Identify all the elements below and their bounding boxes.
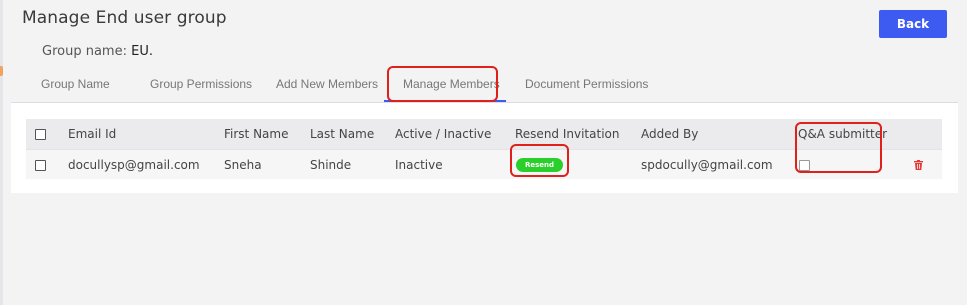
table-header: Email Id First Name Last Name Active / I… [26, 119, 942, 149]
back-button[interactable]: Back [879, 10, 947, 38]
tab-add-new-members[interactable]: Add New Members [276, 77, 378, 91]
cell-added-by: spdocully@gmail.com [641, 158, 773, 172]
row-select-checkbox[interactable] [35, 159, 46, 171]
header-status[interactable]: Active / Inactive [395, 119, 491, 149]
left-edge-strip [0, 0, 3, 305]
qa-submitter-checkbox[interactable] [799, 159, 810, 171]
select-all-checkbox[interactable] [35, 128, 46, 140]
cell-last-name: Shinde [310, 158, 352, 172]
header-resend[interactable]: Resend Invitation [515, 119, 619, 149]
tab-document-permissions[interactable]: Document Permissions [525, 77, 648, 91]
group-name-label: Group name: [42, 44, 127, 59]
row-select-cell [35, 150, 46, 180]
resend-button[interactable]: Resend [516, 158, 564, 172]
tab-manage-members[interactable]: Manage Members [403, 77, 500, 91]
page-title: Manage End user group [22, 8, 227, 28]
cell-qa-submitter [799, 150, 810, 180]
select-all-cell [35, 119, 46, 149]
tab-bar: Group Name Group Permissions Add New Mem… [11, 66, 958, 102]
cell-resend: Resend [516, 150, 564, 180]
header-email[interactable]: Email Id [68, 119, 116, 149]
group-name-value: EU. [131, 44, 153, 59]
trash-icon[interactable] [914, 160, 923, 170]
tab-group-name[interactable]: Group Name [41, 77, 110, 91]
header-added-by[interactable]: Added By [641, 119, 698, 149]
cell-delete [914, 150, 923, 180]
tab-group-permissions[interactable]: Group Permissions [150, 77, 252, 91]
header-first-name[interactable]: First Name [224, 119, 288, 149]
members-table: Email Id First Name Last Name Active / I… [26, 119, 942, 179]
cell-status: Inactive [395, 158, 443, 172]
header-qa-submitter[interactable]: Q&A submitter [798, 119, 887, 149]
header-last-name[interactable]: Last Name [310, 119, 374, 149]
table-row: docullysp@gmail.com Sneha Shinde Inactiv… [26, 149, 942, 179]
left-edge-marker [0, 66, 3, 76]
members-card: Email Id First Name Last Name Active / I… [11, 102, 958, 193]
cell-first-name: Sneha [224, 158, 262, 172]
cell-email: docullysp@gmail.com [68, 158, 200, 172]
group-name: Group name: EU. [42, 44, 153, 59]
